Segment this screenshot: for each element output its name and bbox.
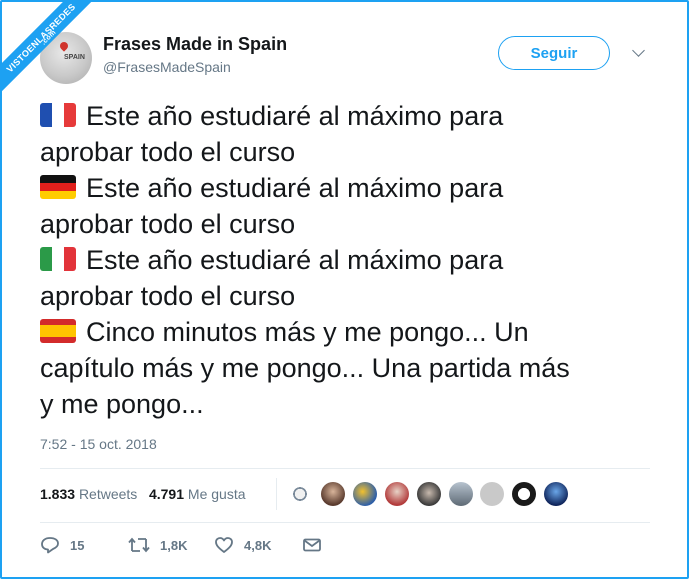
retweet-count: 1,8K	[160, 538, 188, 553]
tweet-line-text: capítulo más y me pongo... Una partida m…	[40, 353, 570, 383]
tweet-timestamp[interactable]: 7:52 - 15 oct. 2018	[40, 436, 157, 452]
tweet-line-text: aprobar todo el curso	[40, 209, 296, 239]
retweet-button[interactable]: 1,8K	[128, 536, 187, 554]
avatar[interactable]	[321, 482, 345, 506]
retweets-count: 1.833	[40, 486, 76, 502]
divider	[40, 522, 650, 523]
account-name[interactable]: Frases Made in Spain	[103, 34, 287, 55]
tweet-line-text: Cinco minutos más y me pongo... Un	[86, 317, 529, 347]
likes-label: Me gusta	[187, 486, 246, 502]
reply-count: 15	[70, 538, 85, 553]
tweet-line: aprobar todo el curso	[40, 206, 650, 242]
tweet-line-text: y me pongo...	[40, 389, 204, 419]
map-pin-icon	[58, 40, 70, 52]
tweet-line: capítulo más y me pongo... Una partida m…	[40, 350, 650, 386]
like-count: 4,8K	[244, 538, 272, 553]
retweet-icon	[128, 537, 150, 553]
avatar[interactable]	[449, 482, 473, 506]
tweet-line: Cinco minutos más y me pongo... Un	[40, 314, 650, 350]
tweet-line-text: aprobar todo el curso	[40, 137, 296, 167]
avatar[interactable]	[417, 482, 441, 506]
tweet-line: y me pongo...	[40, 386, 650, 422]
spain-flag-icon	[40, 319, 76, 343]
tweet-line-text: Este año estudiaré al máximo para	[86, 245, 504, 275]
avatar-text: SPAIN	[64, 54, 85, 61]
avatar[interactable]	[288, 482, 312, 506]
divider	[40, 468, 650, 469]
avatar[interactable]	[544, 482, 568, 506]
tweet-line: Este año estudiaré al máximo para	[40, 242, 650, 278]
account-handle[interactable]: @FrasesMadeSpain	[103, 59, 231, 75]
tweet-line: Este año estudiaré al máximo para	[40, 170, 650, 206]
retweets-label: Retweets	[78, 486, 138, 502]
tweet-text: Este año estudiaré al máximo para aproba…	[40, 98, 650, 422]
likes-stat[interactable]: 4.791 Me gusta	[149, 486, 246, 502]
tweet-line-text: aprobar todo el curso	[40, 281, 296, 311]
envelope-icon	[303, 538, 321, 552]
germany-flag-icon	[40, 175, 76, 199]
likes-count: 4.791	[148, 486, 185, 502]
avatar[interactable]	[353, 482, 377, 506]
tweet-line-text: Este año estudiaré al máximo para	[86, 101, 504, 131]
reply-button[interactable]: 15	[40, 536, 84, 554]
avatar[interactable]	[480, 482, 504, 506]
heart-icon	[215, 537, 233, 553]
direct-message-button[interactable]	[302, 536, 322, 554]
avatar[interactable]	[385, 482, 409, 506]
france-flag-icon	[40, 103, 76, 127]
retweets-stat[interactable]: 1.833 Retweets	[40, 486, 137, 502]
tweet-line-text: Este año estudiaré al máximo para	[86, 173, 504, 203]
follow-button[interactable]: Seguir	[498, 36, 610, 70]
engagement-stats: 1.833 Retweets 4.791 Me gusta	[40, 486, 246, 502]
like-button[interactable]: 4,8K	[214, 536, 271, 554]
reply-icon	[41, 537, 59, 554]
tweet-line: aprobar todo el curso	[40, 278, 650, 314]
avatar[interactable]	[512, 482, 536, 506]
italy-flag-icon	[40, 247, 76, 271]
stats-separator	[276, 478, 277, 510]
tweet-line: aprobar todo el curso	[40, 134, 650, 170]
tweet-line: Este año estudiaré al máximo para	[40, 98, 650, 134]
